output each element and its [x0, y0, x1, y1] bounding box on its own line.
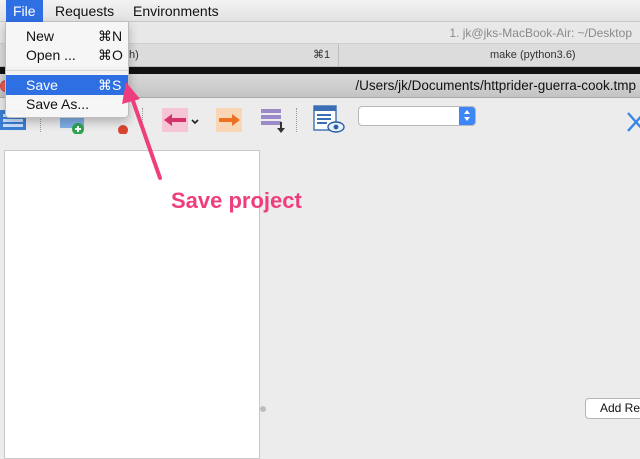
- annotation-label: Save project: [171, 188, 302, 213]
- annotation-arrow-icon: [122, 82, 162, 180]
